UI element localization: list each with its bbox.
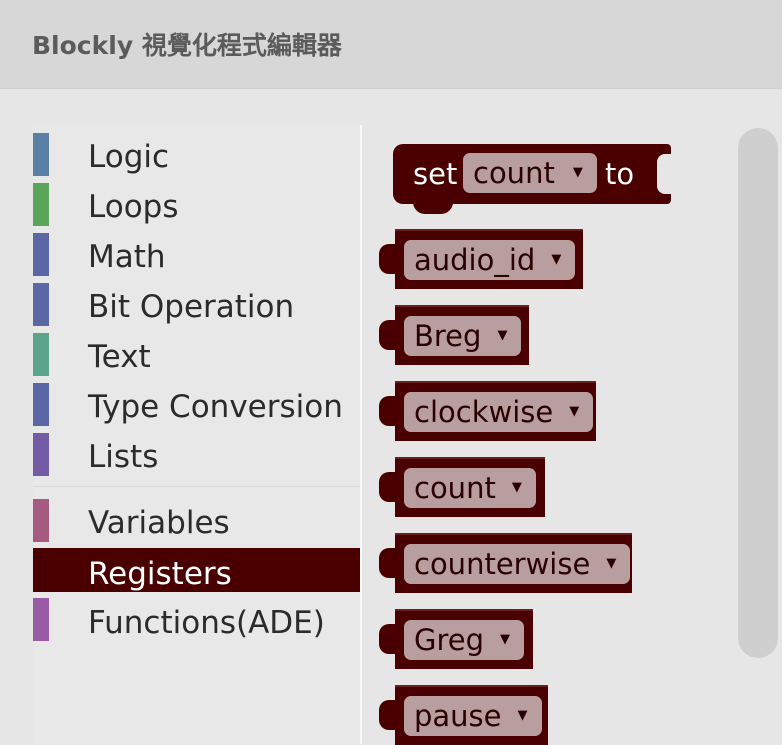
app-header: Blockly 視覺化程式編輯器 [0,0,782,89]
category-label: Registers [88,556,232,592]
output-tab [379,548,399,578]
output-tab [379,624,399,654]
category-color-swatch [33,333,49,376]
register-block-clockwise[interactable]: clockwise ▼ [379,381,596,441]
register-name: Breg [414,319,482,353]
category-color-swatch [33,133,49,176]
register-dropdown[interactable]: clockwise ▼ [404,392,594,432]
output-tab [379,472,399,502]
category-bit-operation[interactable]: Bit Operation [33,275,360,326]
register-name: Greg [414,623,485,657]
category-loops[interactable]: Loops [33,175,360,226]
category-label: Logic [88,139,170,175]
register-dropdown[interactable]: count ▼ [404,468,536,508]
register-name: counterwise [414,547,591,581]
set-variable-block[interactable]: set count ▼ to [393,144,673,214]
register-name: audio_id [414,243,536,277]
category-logic[interactable]: Logic [33,125,360,176]
category-label: Text [88,339,151,375]
output-tab [379,320,399,350]
register-name: pause [414,699,502,733]
category-text[interactable]: Text [33,325,360,376]
register-block-pause[interactable]: pause ▼ [379,685,548,745]
category-variables[interactable]: Variables [33,491,360,542]
category-label: Math [88,239,166,275]
register-block-count[interactable]: count ▼ [379,457,545,517]
category-registers[interactable]: Registers [33,548,360,592]
register-name: clockwise [414,395,554,429]
register-block-audio-id[interactable]: audio_id ▼ [379,229,583,289]
value-input-slot[interactable] [657,154,673,194]
register-dropdown[interactable]: Greg ▼ [404,620,525,660]
category-label: Type Conversion [88,389,343,425]
category-color-swatch [33,433,49,476]
output-tab [379,396,399,426]
variable-dropdown[interactable]: count ▼ [463,153,597,193]
dropdown-arrow-icon: ▼ [551,252,562,267]
category-type-conversion[interactable]: Type Conversion [33,375,360,426]
category-label: Functions(ADE) [88,605,325,641]
dropdown-arrow-icon: ▼ [606,556,617,571]
category-label: Lists [88,439,159,475]
output-tab [379,244,399,274]
dropdown-arrow-icon: ▼ [572,165,583,180]
dropdown-arrow-icon: ▼ [511,480,522,495]
category-lists[interactable]: Lists [33,425,360,476]
category-math[interactable]: Math [33,225,360,276]
category-color-swatch [33,283,49,326]
register-dropdown[interactable]: counterwise ▼ [404,544,631,584]
category-color-swatch [33,183,49,226]
register-dropdown[interactable]: audio_id ▼ [404,240,576,280]
to-label: to [605,157,635,191]
variable-name: count [473,156,555,190]
category-color-swatch [33,499,49,542]
register-dropdown[interactable]: Breg ▼ [404,316,522,356]
category-color-swatch [33,383,49,426]
register-block-greg[interactable]: Greg ▼ [379,609,533,669]
dropdown-arrow-icon: ▼ [497,328,508,343]
register-block-breg[interactable]: Breg ▼ [379,305,529,365]
dropdown-arrow-icon: ▼ [500,632,511,647]
toolbox: Logic Loops Math Bit Operation Text Type… [33,125,360,744]
output-tab [379,700,399,730]
toolbox-separator [33,486,360,487]
dropdown-arrow-icon: ▼ [569,404,580,419]
block-notch [413,202,453,214]
flyout-scrollbar[interactable] [738,128,778,658]
category-functions-ade[interactable]: Functions(ADE) [33,591,360,641]
dropdown-arrow-icon: ▼ [517,708,528,723]
register-block-counterwise[interactable]: counterwise ▼ [379,533,632,593]
register-name: count [414,471,496,505]
register-dropdown[interactable]: pause ▼ [404,696,542,736]
category-label: Variables [88,505,230,541]
set-label: set [413,157,458,191]
category-label: Bit Operation [88,289,295,325]
category-label: Loops [88,189,179,225]
app-title: Blockly 視覺化程式編輯器 [32,31,342,60]
category-color-swatch [33,233,49,276]
category-color-swatch [33,598,49,641]
